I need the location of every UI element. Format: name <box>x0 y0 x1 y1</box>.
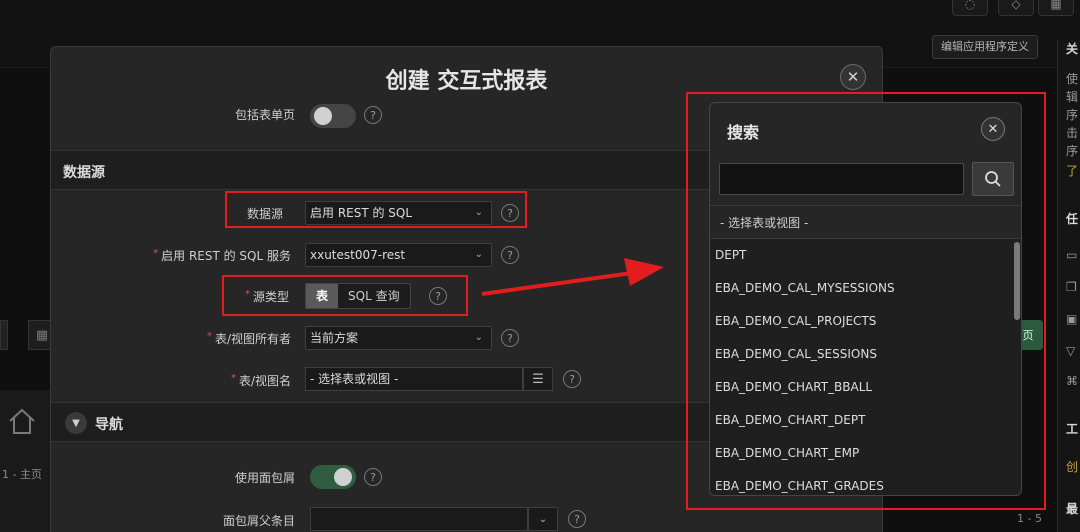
panel-text-char: 使 <box>1066 72 1079 86</box>
table-name-input[interactable]: - 选择表或视图 - <box>305 367 523 391</box>
list-item[interactable]: EBA_DEMO_CHART_EMP <box>710 437 1021 470</box>
use-breadcrumb-label: 使用面包屑 <box>234 471 295 485</box>
help-icon[interactable]: ? <box>501 329 519 347</box>
owner-label-text: 表/视图所有者 <box>214 332 291 346</box>
popup-title: 搜索 <box>727 123 760 142</box>
help-icon[interactable]: ? <box>364 468 382 486</box>
search-button[interactable] <box>972 162 1014 196</box>
panel-link-char[interactable]: 创 <box>1066 458 1078 475</box>
panel-heading-char: 任 <box>1066 212 1079 226</box>
divider <box>710 205 1021 206</box>
panel-text-char: 辑 <box>1066 90 1079 104</box>
owner-select[interactable]: 当前方案 ⌄ <box>305 326 492 350</box>
list-item[interactable]: EBA_DEMO_CHART_GRADES <box>710 470 1021 495</box>
filter-icon[interactable]: ▽ <box>1066 344 1075 358</box>
home-icon <box>9 408 35 434</box>
list-item[interactable]: DEPT <box>710 239 1021 272</box>
chevron-down-icon: ⌄ <box>474 249 483 260</box>
collapse-icon[interactable]: ▼ <box>65 412 87 434</box>
chat-icon[interactable]: ◌ <box>952 0 988 16</box>
table-list: DEPT EBA_DEMO_CAL_MYSESSIONS EBA_DEMO_CA… <box>710 238 1021 495</box>
chevron-down-icon: ⌄ <box>474 332 483 343</box>
required-icon: * <box>153 248 159 259</box>
list-item[interactable]: EBA_DEMO_CAL_PROJECTS <box>710 305 1021 338</box>
edit-app-definition-button[interactable]: 编辑应用程序定义 <box>932 35 1038 59</box>
list-icon[interactable]: ☰ <box>523 367 553 391</box>
help-icon[interactable]: ? <box>568 510 586 528</box>
required-icon: * <box>230 373 236 384</box>
left-toolbar-button[interactable] <box>0 320 8 350</box>
required-icon: * <box>206 331 212 342</box>
share-icon[interactable]: ◇ <box>998 0 1034 16</box>
help-icon[interactable]: ? <box>364 106 382 124</box>
right-side-panel: 关 使 辑 序 击 序 了 任 ▭ ❐ ▣ ▽ ⌘ 工 创 最 <box>1057 40 1080 532</box>
close-icon[interactable]: ✕ <box>840 64 866 90</box>
pager-label: 1 - 5 <box>1017 512 1042 525</box>
close-icon[interactable]: ✕ <box>981 117 1005 141</box>
table-name-label: * 表/视图名 <box>191 372 291 389</box>
owner-value: 当前方案 <box>310 331 359 345</box>
rest-service-value: xxutest007-rest <box>310 248 406 262</box>
placeholder-option[interactable]: - 选择表或视图 - <box>720 214 808 231</box>
list-item[interactable]: EBA_DEMO_CHART_DEPT <box>710 404 1021 437</box>
search-popup: 搜索 ✕ - 选择表或视图 - DEPT EBA_DEMO_CAL_MYSESS… <box>709 102 1022 496</box>
list-item[interactable]: EBA_DEMO_CAL_MYSESSIONS <box>710 272 1021 305</box>
panel-heading-char: 工 <box>1066 422 1079 436</box>
breadcrumb-parent-input[interactable] <box>310 507 528 531</box>
lock-icon[interactable]: ▣ <box>1066 312 1077 326</box>
copy-icon[interactable]: ❐ <box>1066 280 1077 294</box>
chevron-down-icon[interactable]: ⌄ <box>528 507 558 531</box>
panel-text-char: 序 <box>1066 144 1079 158</box>
panel-heading-char: 关 <box>1066 42 1079 56</box>
home-page-label: 1 - 主页 <box>2 468 42 481</box>
scrollbar-thumb[interactable] <box>1014 242 1020 320</box>
list-scrollbar[interactable] <box>1013 238 1021 495</box>
toggle-knob <box>314 107 332 125</box>
list-item[interactable]: EBA_DEMO_CHART_BBALL <box>710 371 1021 404</box>
datasource-section-title: 数据源 <box>63 165 105 181</box>
include-form-label: 包括表单页 <box>234 108 295 122</box>
dialog-title: 创建 交互式报表 <box>385 69 548 94</box>
rest-service-label: * 启用 REST 的 SQL 服务 <box>111 247 291 264</box>
include-form-toggle[interactable] <box>310 104 356 128</box>
source-type-highlight <box>222 275 468 316</box>
panel-link-char[interactable]: 了 <box>1066 162 1078 179</box>
panel-text-char: 击 <box>1066 126 1079 140</box>
toggle-knob <box>334 468 352 486</box>
help-icon[interactable]: ? <box>563 370 581 388</box>
panel-heading-char: 最 <box>1066 502 1079 516</box>
search-input[interactable] <box>719 163 964 195</box>
trash-icon[interactable]: ▭ <box>1066 248 1077 262</box>
datasource-highlight <box>225 191 527 228</box>
owner-label: * 表/视图所有者 <box>171 330 291 347</box>
flow-icon[interactable]: ⌘ <box>1066 374 1078 388</box>
table-name-label-text: 表/视图名 <box>238 374 291 388</box>
search-icon <box>985 171 1001 187</box>
rest-service-select[interactable]: xxutest007-rest ⌄ <box>305 243 492 267</box>
breadcrumb-parent-label: 面包屑父条目 <box>222 514 295 528</box>
shapes-icon[interactable]: ▦ <box>1038 0 1074 16</box>
use-breadcrumb-toggle[interactable] <box>310 465 356 489</box>
list-item[interactable]: EBA_DEMO_CAL_SESSIONS <box>710 338 1021 371</box>
panel-text-char: 序 <box>1066 108 1079 122</box>
navigation-section-title: 导航 <box>95 417 123 433</box>
rest-service-label-text: 启用 REST 的 SQL 服务 <box>161 249 291 263</box>
help-icon[interactable]: ? <box>501 246 519 264</box>
